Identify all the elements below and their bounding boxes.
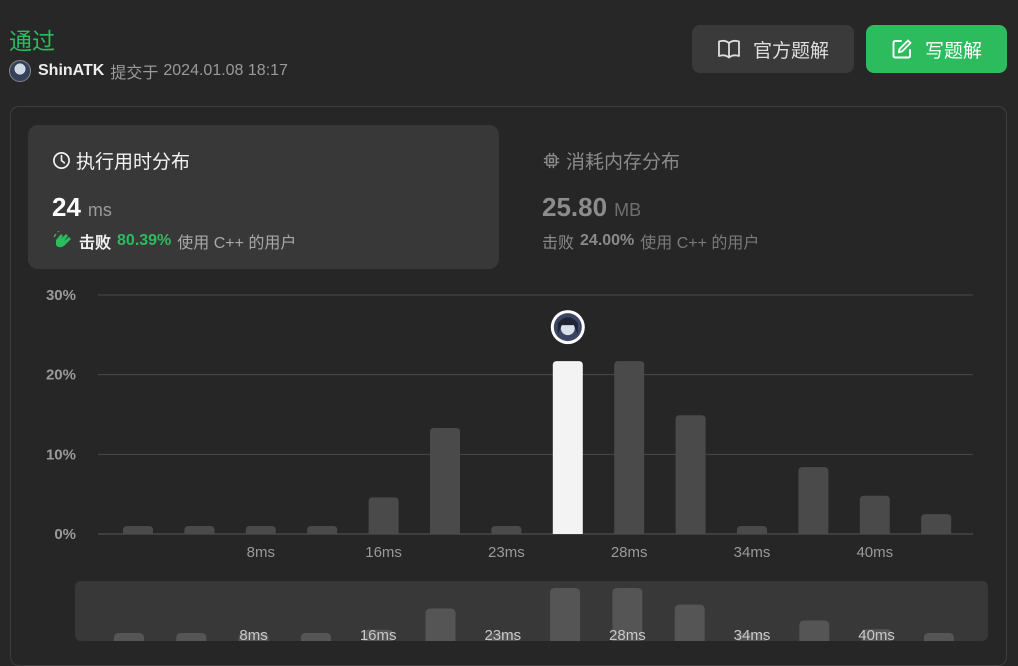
mini-bar <box>550 588 581 641</box>
y-tick-label: 10% <box>46 446 76 463</box>
x-tick-label: 23ms <box>488 544 525 561</box>
x-tick-label: 16ms <box>365 544 402 561</box>
x-tick-label: 28ms <box>611 544 648 561</box>
mini-tick-label: 40ms <box>858 627 895 641</box>
chart-bar[interactable] <box>368 497 399 534</box>
chart-range-navigator[interactable]: 8ms 16ms 23ms 28ms 34ms 40ms <box>75 581 988 641</box>
chart-bar[interactable] <box>921 514 952 534</box>
mini-bar <box>425 608 456 641</box>
chart-bar[interactable] <box>123 526 153 534</box>
y-tick-label: 30% <box>46 287 76 304</box>
mini-tick-label: 34ms <box>734 627 771 641</box>
mini-bar <box>799 620 830 641</box>
chart-bar[interactable] <box>859 495 890 534</box>
mini-bar <box>923 633 954 641</box>
chart-bar[interactable] <box>737 526 767 534</box>
mini-tick-label: 23ms <box>484 627 521 641</box>
chart-bar[interactable] <box>245 526 276 534</box>
chart-bar[interactable] <box>491 526 522 534</box>
chart-bar[interactable] <box>798 467 829 534</box>
mini-tick-label: 28ms <box>609 627 646 641</box>
highlighted-bar[interactable] <box>552 361 583 534</box>
chart-bar[interactable] <box>614 361 645 534</box>
mini-bar <box>300 633 331 641</box>
y-tick-label: 0% <box>54 526 76 543</box>
y-tick-label: 20% <box>46 367 76 384</box>
chart-bar[interactable] <box>430 428 460 534</box>
runtime-distribution-chart[interactable]: 30% 20% 10% 0% 8ms 16ms 23ms 28ms 34ms 40ms <box>0 0 1018 580</box>
mini-chart[interactable]: 8ms 16ms 23ms 28ms 34ms 40ms <box>75 581 988 641</box>
mini-bar <box>176 633 207 641</box>
x-tick-label: 8ms <box>247 544 275 561</box>
x-tick-label: 40ms <box>856 544 893 561</box>
chart-bar[interactable] <box>675 415 706 534</box>
mini-bar <box>674 604 705 641</box>
user-avatar-marker <box>550 310 585 345</box>
mini-tick-label: 8ms <box>239 627 267 641</box>
x-tick-label: 34ms <box>734 544 771 561</box>
chart-bar[interactable] <box>307 526 338 534</box>
chart-bar[interactable] <box>184 526 215 534</box>
mini-bar <box>114 633 144 641</box>
mini-tick-label: 16ms <box>360 627 397 641</box>
